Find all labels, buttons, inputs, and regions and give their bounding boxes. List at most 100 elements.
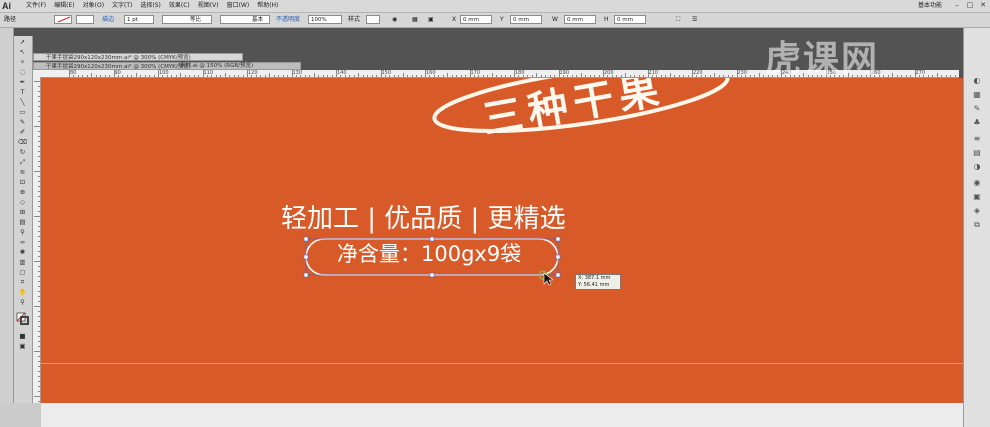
pasteboard[interactable]	[41, 403, 978, 427]
no-fill-icon	[57, 16, 71, 23]
ruler-tick	[456, 75, 458, 77]
free-transform-icon[interactable]: ⊡	[16, 178, 29, 186]
pencil-icon[interactable]: ✐	[16, 128, 29, 136]
screen-mode-icon[interactable]: ▣	[16, 342, 29, 350]
line-tool-icon[interactable]: ╲	[16, 98, 29, 106]
recolor-icon[interactable]: ◉	[392, 15, 397, 25]
eraser-icon[interactable]: ⌫	[16, 138, 29, 146]
x-input[interactable]: 0 mm	[460, 15, 492, 24]
ruler-tick	[487, 75, 489, 77]
menu-effect[interactable]: 效果(C)	[165, 0, 194, 12]
mesh-icon[interactable]: ⊞	[16, 208, 29, 216]
rotate-icon[interactable]: ↻	[16, 148, 29, 156]
magic-wand-icon[interactable]: ✧	[16, 58, 29, 66]
document-tab-source[interactable]: 素材.ai @ 150% (RGB/预览)	[180, 62, 300, 70]
align-icon[interactable]: ▦	[412, 15, 418, 25]
rectangle-tool-icon[interactable]: ▭	[16, 108, 29, 116]
gradient-icon[interactable]: ▤	[16, 218, 29, 226]
ruler-tick	[69, 70, 70, 77]
graphic-style-swatch[interactable]	[366, 15, 380, 24]
type-tool-icon[interactable]: T	[16, 88, 29, 96]
ruler-tick	[932, 75, 934, 77]
menu-window[interactable]: 窗口(W)	[223, 0, 254, 12]
ruler-tick	[384, 75, 386, 77]
zoom-tool-icon[interactable]: ⚲	[16, 298, 29, 306]
color-panel-icon[interactable]: ◐	[971, 76, 983, 86]
scale-icon[interactable]: ⤢	[16, 158, 29, 166]
swatches-panel-icon[interactable]: ▦	[971, 90, 983, 100]
brushes-panel-icon[interactable]: ✎	[971, 104, 983, 114]
menu-view[interactable]: 视图(V)	[194, 0, 223, 12]
perspective-icon[interactable]: ◇	[16, 198, 29, 206]
graph-tool-icon[interactable]: ▥	[16, 258, 29, 266]
minimize-button[interactable]: –	[952, 1, 962, 10]
guide-line[interactable]	[41, 363, 978, 364]
appearance-panel-icon[interactable]: ◉	[971, 178, 983, 188]
stroke-panel-icon[interactable]: ≡	[971, 134, 983, 144]
ruler-tick	[580, 73, 582, 77]
stroke-swatch[interactable]	[76, 15, 94, 24]
color-mode-icon[interactable]: ■	[16, 332, 29, 340]
ruler-tick	[571, 75, 573, 77]
ruler-tick	[611, 75, 613, 77]
ruler-tick	[38, 311, 40, 312]
warp-icon[interactable]: ≋	[16, 168, 29, 176]
paintbrush-icon[interactable]: ✎	[16, 118, 29, 126]
symbol-sprayer-icon[interactable]: ✺	[16, 248, 29, 256]
stroke-label[interactable]: 描边	[102, 15, 114, 25]
close-button[interactable]: ✕	[978, 1, 988, 10]
menu-file[interactable]: 文件(F)	[22, 0, 50, 12]
ruler-tick	[878, 75, 880, 77]
ruler-tick	[95, 75, 97, 77]
panel-menu-icon[interactable]: ☰	[692, 15, 697, 25]
brush-definition[interactable]: 基本	[220, 15, 270, 24]
symbols-panel-icon[interactable]: ♣	[971, 118, 983, 128]
slogan-text: 轻加工 | 优品质 | 更精选	[281, 204, 566, 234]
ruler-tick	[892, 73, 894, 77]
menu-edit[interactable]: 编辑(E)	[50, 0, 78, 12]
slice-tool-icon[interactable]: ⌗	[16, 278, 29, 286]
pen-tool-icon[interactable]: ✒	[16, 78, 29, 86]
document-tab-inactive[interactable]: 干果手提袋290x120x230mm.ai* @ 300% (CMYK/预览)	[33, 53, 243, 61]
blend-icon[interactable]: ∞	[16, 238, 29, 246]
selection-tool-icon[interactable]: ➚	[16, 38, 29, 46]
fill-stroke-icon[interactable]	[16, 312, 29, 326]
ruler-tick	[616, 75, 618, 77]
eyedropper-icon[interactable]: ⚲	[16, 228, 29, 236]
ruler-tick	[327, 75, 329, 77]
maximize-button[interactable]: □	[965, 1, 975, 10]
menu-select[interactable]: 选择(S)	[136, 0, 165, 12]
isolate-icon[interactable]: ⛶	[676, 15, 680, 25]
ruler-tick	[491, 73, 493, 77]
menu-object[interactable]: 对象(O)	[79, 0, 108, 12]
opacity-label[interactable]: 不透明度	[276, 15, 300, 25]
hand-tool-icon[interactable]: ✋	[16, 288, 29, 296]
artboard[interactable]: 三种干果 轻加工 | 优品质 | 更精选 净含量：100gx9袋 X: 387.…	[41, 78, 978, 403]
h-input[interactable]: 0 mm	[614, 15, 646, 24]
fill-swatch[interactable]	[54, 15, 72, 24]
shape-builder-icon[interactable]: ⊕	[16, 188, 29, 196]
direct-selection-tool-icon[interactable]: ↖	[16, 48, 29, 56]
w-input[interactable]: 0 mm	[564, 15, 596, 24]
vertical-ruler[interactable]	[33, 77, 41, 403]
opacity-input[interactable]: 100%	[308, 15, 342, 24]
y-input[interactable]: 0 mm	[510, 15, 542, 24]
gradient-panel-icon[interactable]: ▤	[971, 148, 983, 158]
menu-help[interactable]: 帮助(H)	[253, 0, 282, 12]
transparency-panel-icon[interactable]: ◑	[971, 162, 983, 172]
stroke-weight-input[interactable]: 1 pt	[124, 15, 154, 24]
variable-width-profile[interactable]: 等比	[162, 15, 212, 24]
ruler-tick	[460, 75, 462, 77]
graphic-styles-panel-icon[interactable]: ▣	[971, 192, 983, 202]
workspace-switcher[interactable]: 基本功能	[918, 1, 942, 11]
menu-type[interactable]: 文字(T)	[108, 0, 136, 12]
lasso-icon[interactable]: ◌	[16, 68, 29, 76]
ruler-tick	[184, 75, 186, 77]
artboard-tool-icon[interactable]: ▢	[16, 268, 29, 276]
ruler-tick	[531, 75, 533, 77]
ruler-tick	[709, 75, 711, 77]
artboards-panel-icon[interactable]: ⧉	[971, 220, 983, 230]
transform-icon[interactable]: ▣	[428, 15, 434, 25]
layers-panel-icon[interactable]: ◈	[971, 206, 983, 216]
ruler-tick	[287, 75, 289, 77]
